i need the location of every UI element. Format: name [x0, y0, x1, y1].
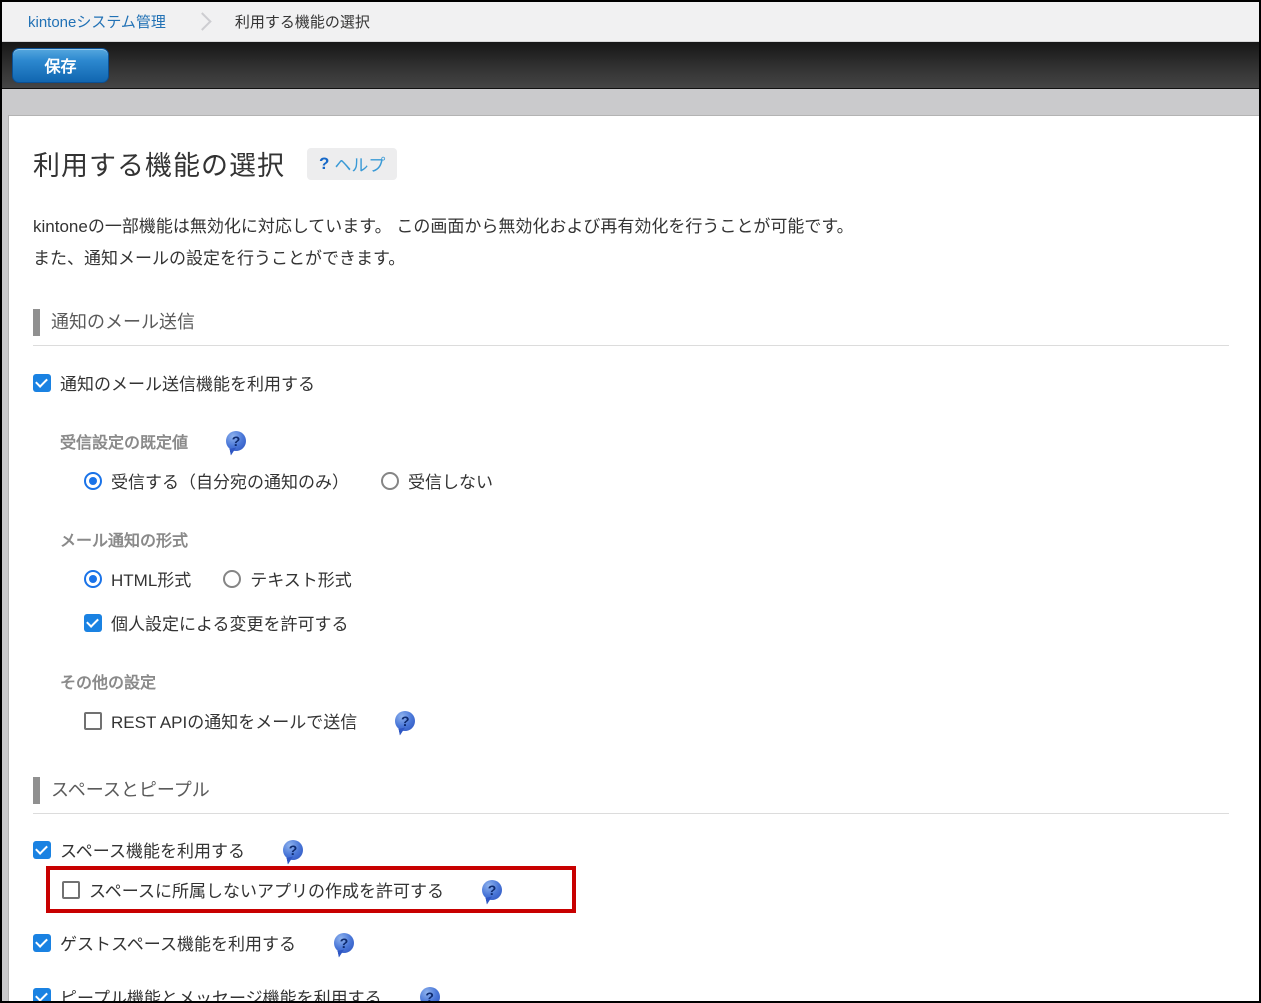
help-link[interactable]: ? ヘルプ: [307, 148, 397, 180]
breadcrumb-current: 利用する機能の選択: [235, 11, 370, 32]
radio-receive-on-label[interactable]: 受信する（自分宛の通知のみ）: [111, 468, 349, 493]
page-description: kintoneの一部機能は無効化に対応しています。 この画面から無効化および再有…: [33, 211, 1229, 275]
receive-default-help-icon[interactable]: ?: [226, 431, 246, 451]
chevron-right-icon: [193, 12, 211, 30]
use-space-help-icon[interactable]: ?: [283, 840, 303, 860]
section-mail-notification: 通知のメール送信: [33, 309, 1229, 346]
allow-standalone-app-label[interactable]: スペースに所属しないアプリの作成を許可する: [89, 877, 444, 902]
description-line-2: また、通知メールの設定を行うことができます。: [33, 243, 1229, 275]
use-people-checkbox[interactable]: [33, 988, 51, 1002]
section-space-people: スペースとピープル: [33, 777, 1229, 814]
use-mail-label[interactable]: 通知のメール送信機能を利用する: [60, 370, 315, 395]
radio-text-format-label[interactable]: テキスト形式: [250, 566, 352, 591]
mail-format-heading-row: メール通知の形式: [60, 527, 1229, 551]
section-space-heading: スペースとピープル: [33, 777, 1229, 804]
radio-receive-off-label[interactable]: 受信しない: [408, 468, 493, 493]
use-people-label[interactable]: ピープル機能とメッセージ機能を利用する: [60, 984, 382, 1001]
use-guest-space-help-icon[interactable]: ?: [334, 933, 354, 953]
use-space-checkbox[interactable]: [33, 841, 51, 859]
use-people-row: ピープル機能とメッセージ機能を利用する ?: [33, 984, 1229, 1001]
radio-text-format[interactable]: [223, 570, 241, 588]
description-line-1: kintoneの一部機能は無効化に対応しています。 この画面から無効化および再有…: [33, 211, 1229, 243]
use-people-help-icon[interactable]: ?: [420, 987, 440, 1002]
allow-personal-label[interactable]: 個人設定による変更を許可する: [111, 610, 349, 635]
other-settings-heading: その他の設定: [60, 669, 156, 693]
mail-format-options-row: HTML形式 テキスト形式: [84, 566, 1229, 591]
use-guest-space-row: ゲストスペース機能を利用する ?: [33, 930, 1229, 955]
content-card: 利用する機能の選択 ? ヘルプ kintoneの一部機能は無効化に対応しています…: [8, 115, 1259, 1001]
question-mark-icon: ?: [319, 154, 329, 174]
use-space-label[interactable]: スペース機能を利用する: [60, 837, 245, 862]
allow-standalone-app-help-icon[interactable]: ?: [482, 880, 502, 900]
use-guest-space-label[interactable]: ゲストスペース機能を利用する: [60, 930, 296, 955]
radio-html-format-label[interactable]: HTML形式: [111, 566, 191, 591]
mail-format-heading: メール通知の形式: [60, 527, 188, 551]
allow-standalone-app-checkbox[interactable]: [62, 881, 80, 899]
allow-personal-checkbox[interactable]: [84, 614, 102, 632]
radio-receive-on[interactable]: [84, 472, 102, 490]
breadcrumb-link-system-admin[interactable]: kintoneシステム管理: [28, 11, 166, 32]
rest-api-row: REST APIの通知をメールで送信 ?: [84, 708, 1229, 733]
radio-html-format[interactable]: [84, 570, 102, 588]
rest-api-help-icon[interactable]: ?: [395, 711, 415, 731]
radio-receive-off[interactable]: [381, 472, 399, 490]
red-highlight-box: スペースに所属しないアプリの作成を許可する ?: [46, 866, 576, 913]
use-guest-space-checkbox[interactable]: [33, 934, 51, 952]
allow-personal-row: 個人設定による変更を許可する: [84, 610, 1229, 635]
save-button[interactable]: 保存: [12, 48, 109, 83]
rest-api-checkbox[interactable]: [84, 712, 102, 730]
breadcrumb: kintoneシステム管理 利用する機能の選択: [2, 2, 1259, 42]
receive-default-heading: 受信設定の既定値: [60, 429, 188, 453]
section-mail-heading: 通知のメール送信: [33, 309, 1229, 336]
rest-api-label[interactable]: REST APIの通知をメールで送信: [111, 708, 357, 733]
page-background: 利用する機能の選択 ? ヘルプ kintoneの一部機能は無効化に対応しています…: [2, 89, 1259, 1001]
use-space-row: スペース機能を利用する ?: [33, 837, 1229, 862]
receive-default-options-row: 受信する（自分宛の通知のみ） 受信しない: [84, 468, 1229, 493]
receive-default-heading-row: 受信設定の既定値 ?: [60, 429, 1229, 453]
page-title: 利用する機能の選択: [33, 144, 285, 183]
action-toolbar: 保存: [2, 42, 1259, 89]
use-mail-row: 通知のメール送信機能を利用する: [33, 370, 1229, 395]
other-settings-heading-row: その他の設定: [60, 669, 1229, 693]
use-mail-checkbox[interactable]: [33, 374, 51, 392]
help-link-label: ヘルプ: [334, 151, 385, 176]
title-row: 利用する機能の選択 ? ヘルプ: [33, 144, 1229, 183]
